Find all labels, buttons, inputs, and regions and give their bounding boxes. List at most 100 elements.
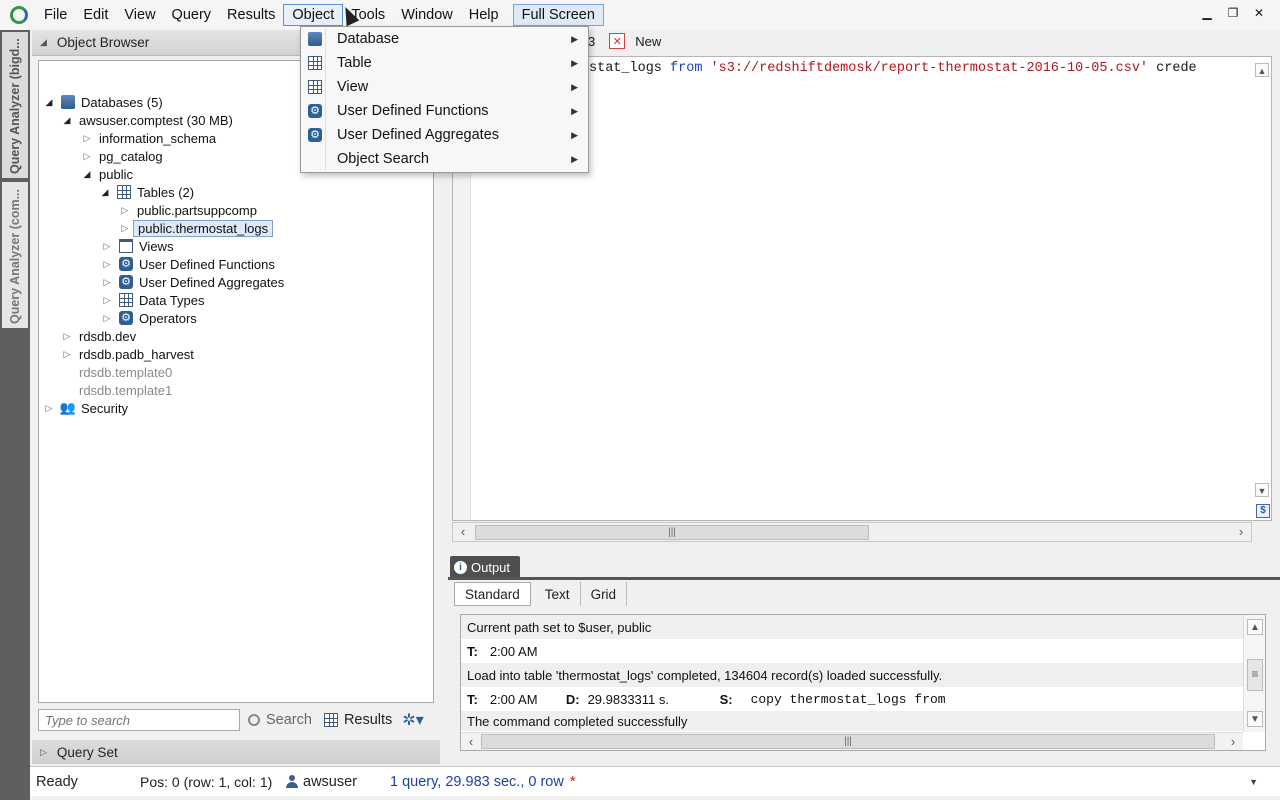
editor-tab-strip: 3 ✕ New: [588, 30, 1280, 52]
sql-code-line: stat_logs from 's3://redshiftdemosk/repo…: [589, 61, 1197, 76]
scroll-thumb[interactable]: ≡: [1247, 659, 1263, 691]
collapse-icon[interactable]: ◢: [40, 37, 47, 48]
submenu-arrow-icon: ▶: [571, 57, 578, 68]
tab-query-analyzer-bigd[interactable]: Query Analyzer (bigd...: [2, 32, 28, 178]
tree-item-operators[interactable]: ▷ ⚙ Operators: [101, 309, 197, 327]
collapsed-arrow-icon[interactable]: ▷: [101, 241, 113, 252]
tree-item-databases[interactable]: ◢ Databases (5): [43, 93, 163, 111]
tree-item-rdsdb-template1[interactable]: rdsdb.template1: [79, 381, 172, 399]
tree-item-user-defined-functions[interactable]: ▷ ⚙ User Defined Functions: [101, 255, 275, 273]
collapsed-arrow-icon[interactable]: ▷: [101, 277, 113, 288]
tree-item-user-defined-aggregates[interactable]: ▷ ⚙ User Defined Aggregates: [101, 273, 285, 291]
tree-item-tables[interactable]: ◢ Tables (2): [99, 183, 195, 201]
window-controls: ▁ ❐ ✕: [1200, 6, 1266, 20]
close-tab-icon[interactable]: ✕: [609, 33, 626, 49]
search-input[interactable]: [38, 709, 240, 731]
expanded-arrow-icon[interactable]: ◢: [99, 187, 111, 198]
menu-edit[interactable]: Edit: [75, 4, 116, 26]
menu-item-view[interactable]: View ▶: [303, 75, 586, 99]
menu-item-user-defined-functions[interactable]: ⚙ User Defined Functions ▶: [303, 99, 586, 123]
search-icon: [248, 714, 260, 726]
tree-item-pg-catalog[interactable]: ▷ pg_catalog: [81, 147, 163, 165]
tree-item-public[interactable]: ◢ public: [81, 165, 133, 183]
scroll-thumb[interactable]: |||: [481, 734, 1215, 749]
restore-icon[interactable]: ❐: [1226, 6, 1240, 20]
minimize-icon[interactable]: ▁: [1200, 6, 1214, 20]
tools-dropdown-icon[interactable]: ✲▾: [402, 710, 423, 730]
scroll-right-icon[interactable]: ›: [1231, 523, 1251, 541]
tab-text[interactable]: Text: [535, 582, 581, 606]
scroll-up-icon[interactable]: ▲: [1255, 63, 1269, 77]
menu-item-table[interactable]: Table ▶: [303, 51, 586, 75]
tab-grid[interactable]: Grid: [581, 582, 628, 606]
tree-item-views[interactable]: ▷ Views: [101, 237, 174, 255]
collapsed-arrow-icon[interactable]: ▷: [101, 259, 113, 270]
menu-item-database[interactable]: Database ▶: [303, 27, 586, 51]
gear-icon: ⚙: [119, 311, 133, 325]
status-dropdown-icon[interactable]: ▼: [1249, 777, 1258, 787]
expand-icon[interactable]: ▷: [40, 747, 47, 758]
collapsed-arrow-icon[interactable]: ▷: [81, 151, 93, 162]
tab-standard[interactable]: Standard: [454, 582, 531, 606]
close-icon[interactable]: ✕: [1252, 6, 1266, 20]
collapsed-arrow-icon[interactable]: ▷: [101, 295, 113, 306]
view-icon: [119, 239, 133, 253]
tree-item-rdsdb-padb-harvest[interactable]: ▷ rdsdb.padb_harvest: [61, 345, 194, 363]
tree-item-rdsdb-dev[interactable]: ▷ rdsdb.dev: [61, 327, 137, 345]
gear-icon: ⚙: [119, 257, 133, 271]
output-horizontal-scrollbar[interactable]: ‹ ||| ›: [461, 732, 1243, 750]
status-bar: Ready Pos: 0 (row: 1, col: 1) awsuser 1 …: [30, 766, 1280, 796]
collapsed-arrow-icon[interactable]: ▷: [61, 331, 73, 342]
menu-help[interactable]: Help: [461, 4, 507, 26]
object-menu-dropdown: Database ▶ Table ▶ View ▶ ⚙ User Defined…: [300, 26, 589, 173]
tab-query-analyzer-com[interactable]: Query Analyzer (com...: [2, 182, 28, 328]
tree-item-security[interactable]: ▷ 👥 Security: [43, 399, 128, 417]
scroll-down-icon[interactable]: ▼: [1247, 711, 1263, 727]
search-button[interactable]: Search: [248, 712, 312, 728]
scroll-left-icon[interactable]: ‹: [461, 733, 481, 750]
collapsed-arrow-icon[interactable]: ▷: [119, 223, 131, 234]
menu-file[interactable]: File: [36, 4, 75, 26]
tree-item-data-types[interactable]: ▷ Data Types: [101, 291, 205, 309]
collapsed-arrow-icon[interactable]: ▷: [101, 313, 113, 324]
scroll-left-icon[interactable]: ‹: [453, 523, 473, 541]
tree-item-comptest[interactable]: ◢ awsuser.comptest (30 MB): [61, 111, 233, 129]
scroll-right-icon[interactable]: ›: [1223, 733, 1243, 750]
new-tab-button[interactable]: New: [635, 34, 661, 49]
editor-horizontal-scrollbar[interactable]: ‹ ||| ›: [452, 522, 1252, 542]
output-panel-tab[interactable]: i Output: [450, 556, 520, 578]
output-line: The command completed successfully: [461, 711, 1243, 731]
query-tab[interactable]: 3: [588, 34, 595, 49]
menu-query[interactable]: Query: [164, 4, 220, 26]
collapsed-arrow-icon[interactable]: ▷: [119, 205, 131, 216]
collapsed-arrow-icon[interactable]: ▷: [43, 403, 55, 414]
tree-item-information-schema[interactable]: ▷ information_schema: [81, 129, 217, 147]
info-icon: i: [454, 560, 467, 574]
scroll-thumb[interactable]: |||: [475, 525, 869, 540]
menu-view[interactable]: View: [116, 4, 163, 26]
collapsed-arrow-icon[interactable]: ▷: [61, 349, 73, 360]
expanded-arrow-icon[interactable]: ◢: [81, 169, 93, 180]
menu-item-object-search[interactable]: Object Search ▶: [303, 147, 586, 171]
scroll-down-icon[interactable]: ▼: [1255, 483, 1269, 497]
menu-item-user-defined-aggregates[interactable]: ⚙ User Defined Aggregates ▶: [303, 123, 586, 147]
tab-label: Query Analyzer (bigd...: [8, 38, 22, 174]
full-screen-button[interactable]: Full Screen: [512, 4, 604, 26]
dollar-icon[interactable]: $: [1256, 504, 1270, 518]
menu-results[interactable]: Results: [219, 4, 283, 26]
output-vertical-scrollbar[interactable]: ▲ ≡ ▼: [1243, 615, 1265, 732]
query-set-header[interactable]: ▷ Query Set: [32, 740, 440, 764]
gear-icon: ⚙: [308, 128, 322, 142]
menu-window[interactable]: Window: [393, 4, 461, 26]
expanded-arrow-icon[interactable]: ◢: [61, 115, 73, 126]
tree-item-partsuppcomp[interactable]: ▷ public.partsuppcomp: [119, 201, 257, 219]
scroll-up-icon[interactable]: ▲: [1247, 619, 1263, 635]
results-button[interactable]: Results: [323, 712, 392, 728]
menu-object[interactable]: Object: [283, 4, 344, 26]
editor-vertical-scrollbar[interactable]: ▲ ▼: [1253, 59, 1271, 499]
tree-item-rdsdb-template0[interactable]: rdsdb.template0: [79, 363, 172, 381]
tree-item-thermostat-logs[interactable]: ▷ public.thermostat_logs: [119, 219, 274, 237]
collapsed-arrow-icon[interactable]: ▷: [81, 133, 93, 144]
gear-icon: ⚙: [119, 275, 133, 289]
expanded-arrow-icon[interactable]: ◢: [43, 97, 55, 108]
